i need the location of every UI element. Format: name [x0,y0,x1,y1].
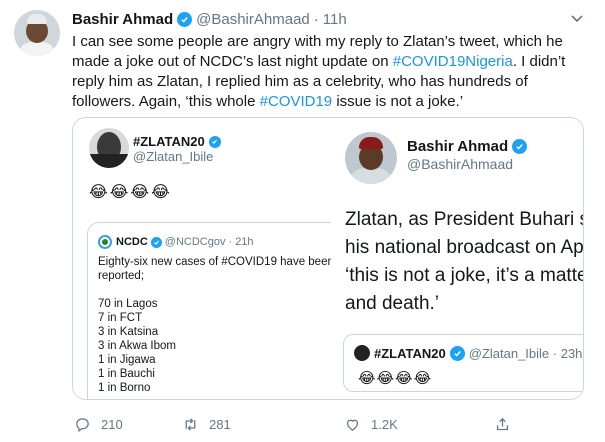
header-separator: · [313,11,319,28]
avatar-shoulders [349,168,393,184]
bashir-handle: @BashirAhmaad [407,156,514,172]
verified-badge-icon [150,236,162,248]
tweet-media[interactable]: #ZLATAN20 @Zlatan_Ibile 😂😂😂😂 NCDC @NCDCg… [72,117,584,400]
reply-button[interactable]: 210 [74,416,123,433]
zlatan-quote-card: #ZLATAN20 @Zlatan_Ibile · 23h 😂😂😂😂 [343,334,583,392]
zlatan-avatar-small [354,345,370,361]
tweet-text-part: issue is not a joke.’ [332,93,464,110]
retweet-button[interactable]: 281 [182,416,231,433]
bashir-name: Bashir Ahmad [407,138,531,155]
ncdc-header: NCDC @NCDCgov · 21h [116,236,254,248]
zlatan-quote-header: #ZLATAN20 @Zlatan_Ibile · 23h [374,346,582,361]
case-line: 7 in FCT [98,312,143,324]
hashtag-link[interactable]: #COVID19 [260,93,333,110]
case-line: 70 in Lagos [98,298,158,310]
reply-text: Zlatan, as President Buhari said his nat… [345,206,584,318]
ncdc-quote-card: NCDC @NCDCgov · 21h Eighty-six new cases… [87,222,347,399]
verified-badge-icon [177,12,193,27]
tweet-timestamp[interactable]: 11h [323,11,347,28]
case-line: 1 in Jigawa [98,354,156,366]
avatar-shoulders [18,42,56,56]
reply-count: 210 [101,416,123,432]
ncdc-time: · 21h [228,236,254,248]
case-line: 1 in Borno [98,382,151,394]
reply-line: Zlatan, as President Buhari said [345,209,583,230]
bashir-avatar [345,132,397,184]
share-icon [496,417,509,430]
zlatan-handle: @Zlatan_Ibile [133,149,214,164]
zlatan-name: #ZLATAN20 [133,134,225,149]
hashtag-link[interactable]: #COVID19Nigeria [393,53,513,70]
author-handle[interactable]: @BashirAhmaad [196,11,310,28]
like-button[interactable]: 1.2K [344,416,398,433]
reply-line: his national broadcast on April [345,237,584,258]
like-icon [346,419,359,431]
retweet-count: 281 [209,416,231,432]
ncdc-handle: @NCDCgov [164,236,226,248]
reply-line: and death.’ [345,293,440,314]
retweet-icon [185,417,196,431]
laughing-emoji-row: 😂😂😂😂 [89,184,172,201]
reply-icon [76,417,89,432]
reply-line: ‘this is not a joke, it’s a matter [345,265,584,286]
zlatan-avatar [89,128,129,168]
laughing-emoji-row: 😂😂😂😂 [358,370,433,387]
chevron-down-icon[interactable] [569,10,585,26]
like-count: 1.2K [371,416,398,432]
ncdc-line: reported; [98,270,145,282]
author-name[interactable]: Bashir Ahmad [72,11,173,28]
avatar-cap [27,14,47,24]
zlatan-quote-handle: @Zlatan_Ibile · 23h [468,346,583,361]
verified-badge-icon [512,139,528,154]
case-line: 3 in Katsina [98,326,159,338]
share-button[interactable] [494,416,521,433]
avatar-shoulders [89,154,129,168]
avatar-cap [359,137,383,149]
tweet-header: Bashir Ahmad @BashirAhmaad · 11h [72,11,347,28]
author-avatar[interactable] [14,10,60,56]
screenshot-left[interactable]: #ZLATAN20 @Zlatan_Ibile 😂😂😂😂 NCDC @NCDCg… [73,118,347,399]
case-line: 3 in Akwa Ibom [98,340,176,352]
case-line: 1 in Bauchi [98,368,155,380]
ncdc-logo-icon [98,235,112,249]
bashir-name-text: Bashir Ahmad [407,138,509,155]
tweet-actions: 210 281 1.2K [74,414,584,434]
ncdc-body: Eighty-six new cases of #COVID19 have be… [98,255,338,395]
screenshot-right[interactable]: Bashir Ahmad @BashirAhmaad Zlatan, as Pr… [331,118,584,399]
tweet-text: I can see some people are angry with my … [72,32,577,112]
verified-badge-icon [208,135,221,148]
ncdc-name: NCDC [116,236,148,248]
zlatan-quote-name: #ZLATAN20 [374,346,446,361]
zlatan-name-text: #ZLATAN20 [133,134,205,149]
verified-badge-icon [449,346,465,361]
ncdc-line: Eighty-six new cases of #COVID19 have be… [98,256,334,268]
